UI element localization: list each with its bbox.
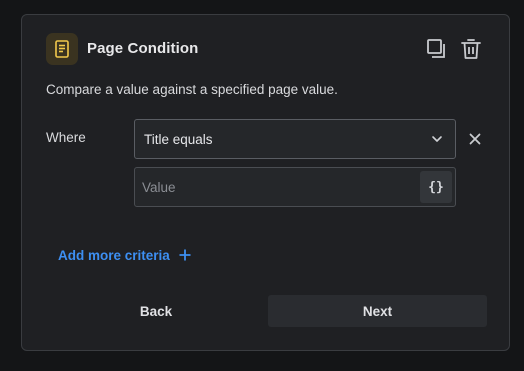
condition-select-value: Title equals xyxy=(144,131,213,147)
header-actions xyxy=(425,37,483,61)
page-document-icon xyxy=(46,33,78,65)
page-condition-panel: Page Condition Compare a value against a… xyxy=(21,14,510,351)
panel-title: Page Condition xyxy=(87,40,199,57)
plus-icon xyxy=(179,247,191,263)
variable-button[interactable]: {} xyxy=(420,171,452,203)
close-icon[interactable] xyxy=(467,131,483,147)
add-more-criteria-button[interactable]: Add more criteria xyxy=(58,247,191,263)
value-input[interactable] xyxy=(142,168,420,206)
condition-select[interactable]: Title equals xyxy=(134,119,456,159)
panel-description: Compare a value against a specified page… xyxy=(46,82,338,97)
value-field: {} xyxy=(134,167,456,207)
duplicate-icon[interactable] xyxy=(425,37,449,61)
back-button[interactable]: Back xyxy=(58,295,254,327)
chevron-down-icon xyxy=(431,130,443,148)
next-button[interactable]: Next xyxy=(268,295,487,327)
add-criteria-label: Add more criteria xyxy=(58,247,170,263)
where-label: Where xyxy=(46,130,86,145)
trash-icon[interactable] xyxy=(459,37,483,61)
